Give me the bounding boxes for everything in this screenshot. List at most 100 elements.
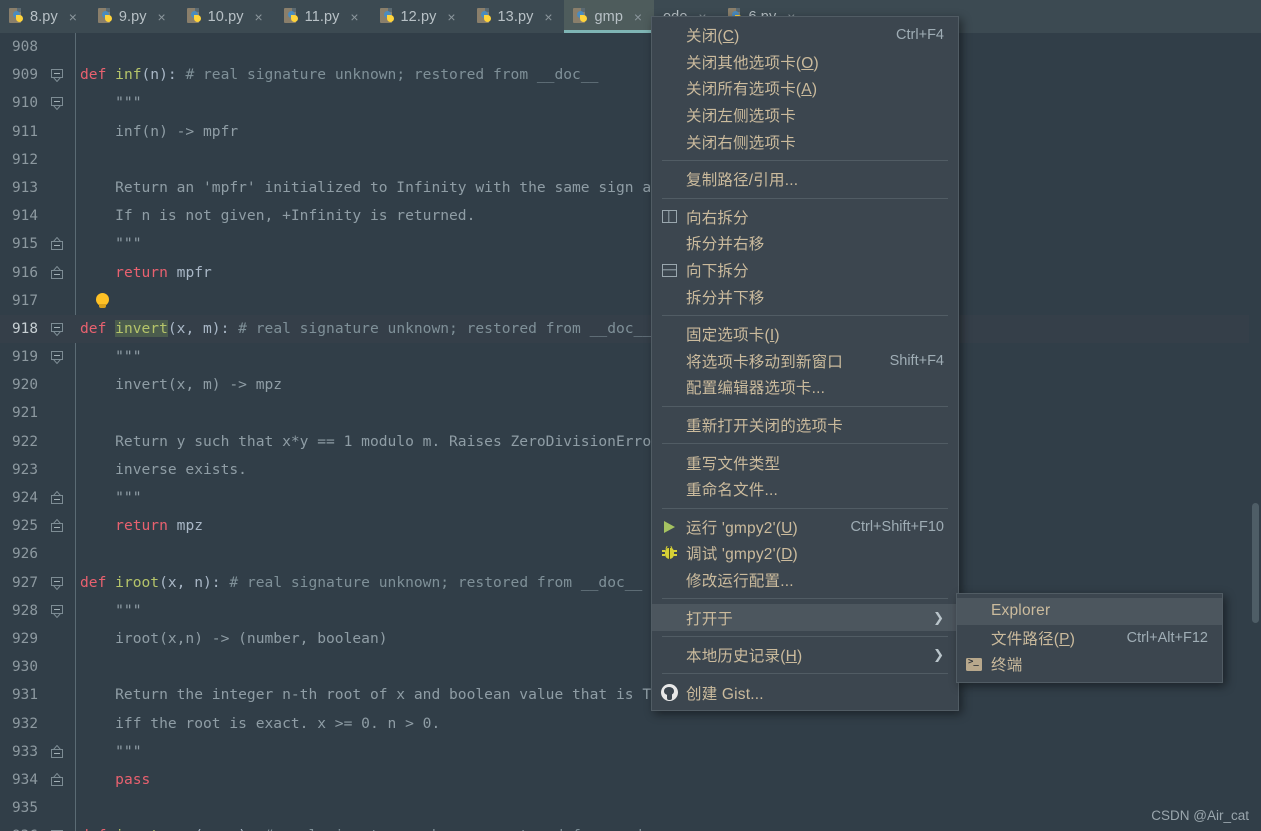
code-token: inverse exists. bbox=[80, 460, 247, 478]
menu-split-right[interactable]: 向右拆分 bbox=[652, 204, 958, 231]
code-line[interactable]: 923 inverse exists. bbox=[0, 456, 1261, 484]
fold-marker-icon[interactable] bbox=[48, 230, 70, 258]
fold-marker-icon[interactable] bbox=[48, 61, 70, 89]
editor-tab-8-py[interactable]: 8.py × bbox=[0, 0, 89, 33]
menu-split-and-move-down[interactable]: 拆分并下移 bbox=[652, 283, 958, 310]
menu-run-gmpy2[interactable]: 运行 'gmpy2'(U) Ctrl+Shift+F10 bbox=[652, 514, 958, 541]
close-icon[interactable]: × bbox=[632, 10, 644, 24]
code-editor[interactable]: 908 909 def inf(n): # real signature unkno… bbox=[0, 33, 1261, 831]
code-token: iroot_rem bbox=[115, 827, 194, 831]
menu-move-tab-to-new-window[interactable]: 将选项卡移动到新窗口 Shift+F4 bbox=[652, 348, 958, 375]
menu-copy-path[interactable]: 复制路径/引用... bbox=[652, 166, 958, 193]
code-line[interactable]: 921 bbox=[0, 399, 1261, 427]
code-line[interactable]: 909 def inf(n): # real signature unknown;… bbox=[0, 61, 1261, 89]
submenu-terminal[interactable]: 终端 bbox=[957, 651, 1222, 678]
menu-reopen-closed-tab[interactable]: 重新打开关闭的选项卡 bbox=[652, 412, 958, 439]
menu-modify-run-configuration[interactable]: 修改运行配置... bbox=[652, 567, 958, 594]
scrollbar-thumb[interactable] bbox=[1252, 503, 1259, 623]
code-line[interactable]: 919 """ bbox=[0, 343, 1261, 371]
fold-marker-icon[interactable] bbox=[48, 315, 70, 343]
fold-marker-icon[interactable] bbox=[48, 484, 70, 512]
code-token: pass bbox=[115, 770, 151, 788]
code-line[interactable]: 936 def iroot_rem(x, n): # real signature… bbox=[0, 822, 1261, 831]
python-file-icon bbox=[283, 8, 299, 25]
close-icon[interactable]: × bbox=[253, 10, 265, 24]
menu-close-tabs-to-left[interactable]: 关闭左侧选项卡 bbox=[652, 102, 958, 129]
code-line[interactable]: 926 bbox=[0, 540, 1261, 568]
close-icon[interactable]: × bbox=[446, 10, 458, 24]
menu-item-label: 固定选项卡(I) bbox=[686, 327, 780, 345]
code-line[interactable]: 914 If n is not given, +Infinity is retu… bbox=[0, 202, 1261, 230]
close-icon[interactable]: × bbox=[542, 10, 554, 24]
menu-item-label: 打开于 bbox=[686, 610, 734, 628]
code-line[interactable]: 934 pass bbox=[0, 766, 1261, 794]
open-in-submenu[interactable]: Explorer 文件路径(P) Ctrl+Alt+F12 终端 bbox=[956, 593, 1223, 683]
code-token: invert(x, m) -> mpz bbox=[80, 376, 283, 394]
editor-tab-13-py[interactable]: 13.py × bbox=[468, 0, 565, 33]
menu-override-file-type[interactable]: 重写文件类型 bbox=[652, 449, 958, 476]
editor-tab-gmp[interactable]: gmp × bbox=[564, 0, 654, 33]
editor-vertical-scrollbar[interactable] bbox=[1249, 33, 1261, 831]
menu-separator bbox=[662, 635, 948, 637]
menu-split-down[interactable]: 向下拆分 bbox=[652, 257, 958, 284]
code-line[interactable]: 908 bbox=[0, 33, 1261, 61]
editor-tab-bar[interactable]: 8.py×9.py×10.py×11.py×12.py×13.py×gmp×od… bbox=[0, 0, 1261, 33]
code-line[interactable]: 915 """ bbox=[0, 230, 1261, 258]
fold-marker-icon[interactable] bbox=[48, 597, 70, 625]
menu-configure-editor-tabs[interactable]: 配置编辑器选项卡... bbox=[652, 374, 958, 401]
fold-marker-icon[interactable] bbox=[48, 343, 70, 371]
menu-close-other-tabs[interactable]: 关闭其他选项卡(O) bbox=[652, 49, 958, 76]
fold-marker-icon[interactable] bbox=[48, 738, 70, 766]
tab-context-menu[interactable]: 关闭(C) Ctrl+F4 关闭其他选项卡(O) 关闭所有选项卡(A) 关闭左侧选项卡关… bbox=[651, 16, 959, 712]
menu-pin-tab[interactable]: 固定选项卡(I) bbox=[652, 321, 958, 348]
menu-close-all-tabs[interactable]: 关闭所有选项卡(A) bbox=[652, 75, 958, 102]
editor-tab-9-py[interactable]: 9.py × bbox=[89, 0, 178, 33]
code-line[interactable]: 931 Return the integer n-th root of x an… bbox=[0, 681, 1261, 709]
menu-close-tab[interactable]: 关闭(C) Ctrl+F4 bbox=[652, 22, 958, 49]
menu-rename-file[interactable]: 重命名文件... bbox=[652, 476, 958, 503]
code-line[interactable]: 916 return mpfr bbox=[0, 259, 1261, 287]
close-icon[interactable]: × bbox=[156, 10, 168, 24]
code-line[interactable]: 925 return mpz bbox=[0, 512, 1261, 540]
code-line[interactable]: 913 Return an 'mpfr' initialized to Infi… bbox=[0, 174, 1261, 202]
close-icon[interactable]: × bbox=[349, 10, 361, 24]
code-line[interactable]: 933 """ bbox=[0, 738, 1261, 766]
code-token: return bbox=[115, 517, 177, 535]
fold-marker-icon[interactable] bbox=[48, 766, 70, 794]
code-token: # real signature unknown; restored from … bbox=[185, 66, 599, 84]
code-line[interactable]: 924 """ bbox=[0, 484, 1261, 512]
menu-open-in[interactable]: 打开于 ❯ bbox=[652, 604, 958, 631]
code-line[interactable]: 935 bbox=[0, 794, 1261, 822]
line-number: 930 bbox=[12, 659, 38, 676]
code-lines[interactable]: 908 909 def inf(n): # real signature unkno… bbox=[0, 33, 1261, 831]
intention-lightbulb-icon[interactable] bbox=[95, 292, 110, 309]
code-line[interactable]: 911 inf(n) -> mpfr bbox=[0, 118, 1261, 146]
fold-marker-icon[interactable] bbox=[48, 259, 70, 287]
code-line[interactable]: 910 """ bbox=[0, 89, 1261, 117]
fold-marker-icon[interactable] bbox=[48, 569, 70, 597]
submenu-explorer[interactable]: Explorer bbox=[957, 598, 1222, 625]
fold-marker-icon[interactable] bbox=[48, 512, 70, 540]
code-line[interactable]: 912 bbox=[0, 146, 1261, 174]
python-file-icon bbox=[476, 8, 492, 25]
editor-tab-12-py[interactable]: 12.py × bbox=[371, 0, 468, 33]
code-line[interactable]: 922 Return y such that x*y == 1 modulo m… bbox=[0, 428, 1261, 456]
submenu-file-path[interactable]: 文件路径(P) Ctrl+Alt+F12 bbox=[957, 625, 1222, 652]
editor-tab-10-py[interactable]: 10.py × bbox=[178, 0, 275, 33]
fold-marker-icon[interactable] bbox=[48, 89, 70, 117]
menu-create-gist[interactable]: 创建 Gist... bbox=[652, 679, 958, 706]
menu-split-and-move-right[interactable]: 拆分并右移 bbox=[652, 230, 958, 257]
code-line[interactable]: 918 def invert(x, m): # real signature un… bbox=[0, 314, 1261, 344]
line-number: 922 bbox=[12, 433, 38, 450]
fold-marker-icon[interactable] bbox=[48, 822, 70, 831]
code-line[interactable]: 920 invert(x, m) -> mpz bbox=[0, 371, 1261, 399]
menu-debug-gmpy2[interactable]: 调试 'gmpy2'(D) bbox=[652, 540, 958, 567]
menu-local-history[interactable]: 本地历史记录(H) ❯ bbox=[652, 642, 958, 669]
code-line[interactable]: 917 bbox=[0, 287, 1261, 315]
close-icon[interactable]: × bbox=[67, 10, 79, 24]
menu-close-tabs-to-right[interactable]: 关闭右侧选项卡 bbox=[652, 128, 958, 155]
menu-item-label: 复制路径/引用... bbox=[686, 172, 799, 190]
code-line[interactable]: 932 iff the root is exact. x >= 0. n > 0… bbox=[0, 710, 1261, 738]
editor-tab-11-py[interactable]: 11.py × bbox=[275, 0, 371, 33]
